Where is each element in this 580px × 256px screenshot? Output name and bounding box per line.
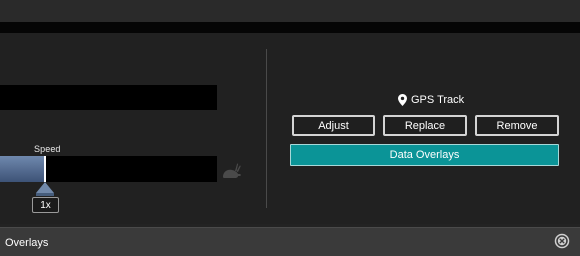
top-toolbar-area xyxy=(0,0,580,22)
panel-divider xyxy=(266,49,267,208)
replace-button[interactable]: Replace xyxy=(383,115,467,136)
gps-track-title: GPS Track xyxy=(411,94,465,106)
adjust-button[interactable]: Adjust xyxy=(292,115,375,136)
location-pin-icon xyxy=(398,94,407,106)
speed-slider-handle-base[interactable] xyxy=(36,193,54,196)
speed-slider-marker[interactable] xyxy=(44,156,46,182)
timeline-strip xyxy=(0,22,580,33)
track-timeline-bar[interactable] xyxy=(0,85,217,110)
panel-title: Overlays xyxy=(5,237,49,249)
gps-track-header: GPS Track xyxy=(398,92,464,108)
speed-slider-handle[interactable] xyxy=(36,182,54,193)
data-overlays-button[interactable]: Data Overlays xyxy=(290,144,559,166)
speed-label: Speed xyxy=(34,144,61,154)
remove-button[interactable]: Remove xyxy=(475,115,559,136)
speed-value: 1x xyxy=(32,197,59,213)
overlays-panel-header: Overlays xyxy=(0,227,580,256)
rabbit-icon xyxy=(223,163,241,178)
speed-slider-fill xyxy=(0,156,44,182)
close-circle-icon[interactable] xyxy=(554,233,570,249)
